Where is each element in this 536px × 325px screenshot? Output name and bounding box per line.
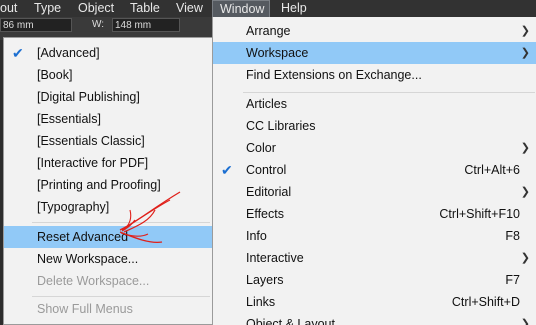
workspace-item-essentials[interactable]: [Essentials]	[4, 108, 212, 130]
show-full-menus-label: Show Full Menus	[37, 302, 133, 316]
workspace-item-advanced[interactable]: ✔ [Advanced]	[4, 42, 212, 64]
menu-item-label: Find Extensions on Exchange...	[246, 68, 422, 82]
workspace-item-interactive-pdf[interactable]: [Interactive for PDF]	[4, 152, 212, 174]
shortcut-label: Ctrl+Shift+F10	[439, 207, 520, 221]
workspace-item-label: [Book]	[37, 68, 73, 82]
menu-item-label: Workspace	[246, 46, 309, 60]
menu-window[interactable]: Window	[212, 0, 270, 18]
menu-item-object-layout[interactable]: Object & Layout ❯	[213, 313, 536, 325]
workspace-item-label: [Interactive for PDF]	[37, 156, 149, 170]
menu-separator	[32, 296, 210, 297]
shortcut-label: Ctrl+Alt+6	[464, 163, 520, 177]
new-workspace-item[interactable]: New Workspace...	[4, 248, 212, 270]
menu-item-info[interactable]: Info F8	[213, 225, 536, 247]
menu-item-effects[interactable]: Effects Ctrl+Shift+F10	[213, 203, 536, 225]
reset-workspace-item[interactable]: Reset Advanced	[4, 226, 212, 248]
menu-object[interactable]: Object	[78, 0, 114, 17]
menu-item-label: Arrange	[246, 24, 291, 38]
menubar: out Type Object Table View Window Help	[0, 0, 536, 18]
menu-item-find-extensions[interactable]: Find Extensions on Exchange...	[213, 64, 536, 86]
menu-item-articles[interactable]: Articles	[213, 93, 536, 115]
workspace-item-label: [Printing and Proofing]	[37, 178, 161, 192]
w-field[interactable]: 148 mm	[112, 18, 180, 32]
menu-item-layers[interactable]: Layers F7	[213, 269, 536, 291]
menu-type[interactable]: Type	[34, 0, 61, 17]
menu-item-interactive[interactable]: Interactive ❯	[213, 247, 536, 269]
w-label: W:	[92, 19, 105, 30]
menu-item-control[interactable]: ✔ Control Ctrl+Alt+6	[213, 159, 536, 181]
workspace-item-digital-publishing[interactable]: [Digital Publishing]	[4, 86, 212, 108]
shortcut-label: F7	[505, 273, 520, 287]
menu-item-color[interactable]: Color ❯	[213, 137, 536, 159]
menu-item-label: Editorial	[246, 185, 292, 199]
menu-separator	[32, 222, 210, 223]
workspace-item-label: [Digital Publishing]	[37, 90, 140, 104]
checkmark-icon: ✔	[221, 162, 233, 178]
menu-item-label: CC Libraries	[246, 119, 316, 133]
workspace-item-label: [Typography]	[37, 200, 110, 214]
menu-item-label: Interactive	[246, 251, 304, 265]
window-menu: Arrange ❯ Workspace ❯ Find Extensions on…	[212, 17, 536, 325]
menu-item-workspace[interactable]: Workspace ❯	[213, 42, 536, 64]
submenu-arrow-icon: ❯	[520, 186, 530, 198]
workspace-item-essentials-classic[interactable]: [Essentials Classic]	[4, 130, 212, 152]
workspace-item-book[interactable]: [Book]	[4, 64, 212, 86]
show-full-menus-item[interactable]: Show Full Menus	[4, 298, 212, 320]
menu-item-label: Object & Layout	[246, 317, 335, 325]
menu-item-label: Links	[246, 295, 276, 309]
menu-item-label: Effects	[246, 207, 284, 221]
menu-item-label: Articles	[246, 97, 287, 111]
workspace-item-label: [Essentials]	[37, 112, 101, 126]
menu-item-label: Layers	[246, 273, 284, 287]
submenu-arrow-icon: ❯	[520, 142, 530, 154]
submenu-arrow-icon: ❯	[520, 252, 530, 264]
workspace-item-printing-proofing[interactable]: [Printing and Proofing]	[4, 174, 212, 196]
new-workspace-label: New Workspace...	[37, 252, 139, 266]
x-field[interactable]: 86 mm	[0, 18, 72, 32]
shortcut-label: Ctrl+Shift+D	[451, 295, 520, 309]
reset-workspace-label: Reset Advanced	[37, 230, 129, 244]
delete-workspace-label: Delete Workspace...	[37, 274, 150, 288]
checkmark-icon: ✔	[12, 45, 24, 61]
submenu-arrow-icon: ❯	[520, 25, 530, 37]
menu-item-label: Color	[246, 141, 276, 155]
workspace-item-label: [Advanced]	[37, 46, 100, 60]
menu-layout[interactable]: out	[0, 0, 22, 17]
menu-view[interactable]: View	[176, 0, 203, 17]
workspace-item-label: [Essentials Classic]	[37, 134, 145, 148]
workspace-submenu: ✔ [Advanced] [Book] [Digital Publishing]…	[3, 37, 213, 325]
menu-item-arrange[interactable]: Arrange ❯	[213, 20, 536, 42]
delete-workspace-item: Delete Workspace...	[4, 270, 212, 292]
menu-item-links[interactable]: Links Ctrl+Shift+D	[213, 291, 536, 313]
menu-table[interactable]: Table	[130, 0, 160, 17]
submenu-arrow-icon: ❯	[520, 318, 530, 325]
menu-item-editorial[interactable]: Editorial ❯	[213, 181, 536, 203]
submenu-arrow-icon: ❯	[520, 47, 530, 59]
menu-item-label: Info	[246, 229, 267, 243]
menu-item-label: Control	[246, 163, 287, 177]
menu-help[interactable]: Help	[281, 0, 307, 17]
menu-item-cc-libraries[interactable]: CC Libraries	[213, 115, 536, 137]
workspace-item-typography[interactable]: [Typography]	[4, 196, 212, 218]
shortcut-label: F8	[505, 229, 520, 243]
